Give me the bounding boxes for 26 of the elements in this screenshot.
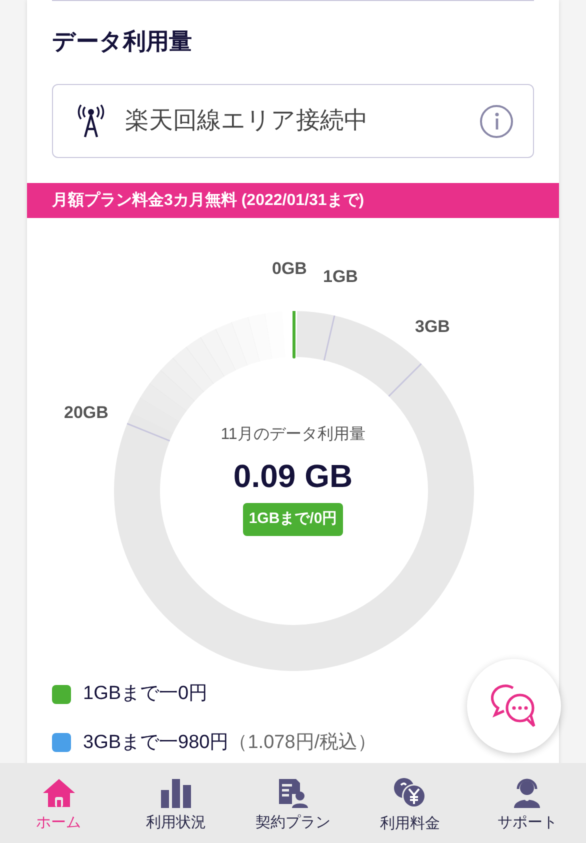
bar-chart-icon (160, 778, 192, 808)
chat-bubbles-icon (491, 684, 537, 728)
promo-banner: 月額プラン料金3カ月無料 (2022/01/31まで) (27, 183, 559, 218)
antenna-icon (77, 104, 105, 138)
nav-tab[interactable]: 利用状況 (117, 763, 234, 843)
info-icon (494, 112, 500, 130)
network-status-text: 楽天回線エリア接続中 (125, 106, 369, 136)
legend-label: 3GBまで一980円 (83, 730, 229, 754)
gauge-tick-label: 1GB (323, 266, 358, 288)
tier-badge: 1GBまで/0円 (242, 503, 344, 536)
info-button[interactable] (480, 104, 513, 138)
gauge-tick-label: 3GB (415, 316, 450, 338)
gauge-caption: 11月のデータ利用量 (220, 424, 366, 445)
section-title: データ利用量 (52, 27, 193, 55)
document-person-icon (278, 778, 308, 808)
gauge-tick-label: 20GB (64, 402, 108, 424)
nav-tab[interactable]: 利用料金 (352, 763, 469, 843)
coins-icon (393, 777, 428, 809)
legend-note: （1.078円/税込） (228, 730, 377, 754)
usage-amount: 0.09 GB (233, 457, 353, 495)
gauge-tick-label: 0GB (272, 258, 307, 280)
nav-tab[interactable]: サポート (468, 763, 586, 843)
headset-person-icon (512, 778, 542, 808)
nav-tab[interactable]: 契約プラン (234, 763, 352, 843)
legend-label: 1GBまで一0円 (83, 682, 208, 706)
home-icon (42, 778, 76, 808)
